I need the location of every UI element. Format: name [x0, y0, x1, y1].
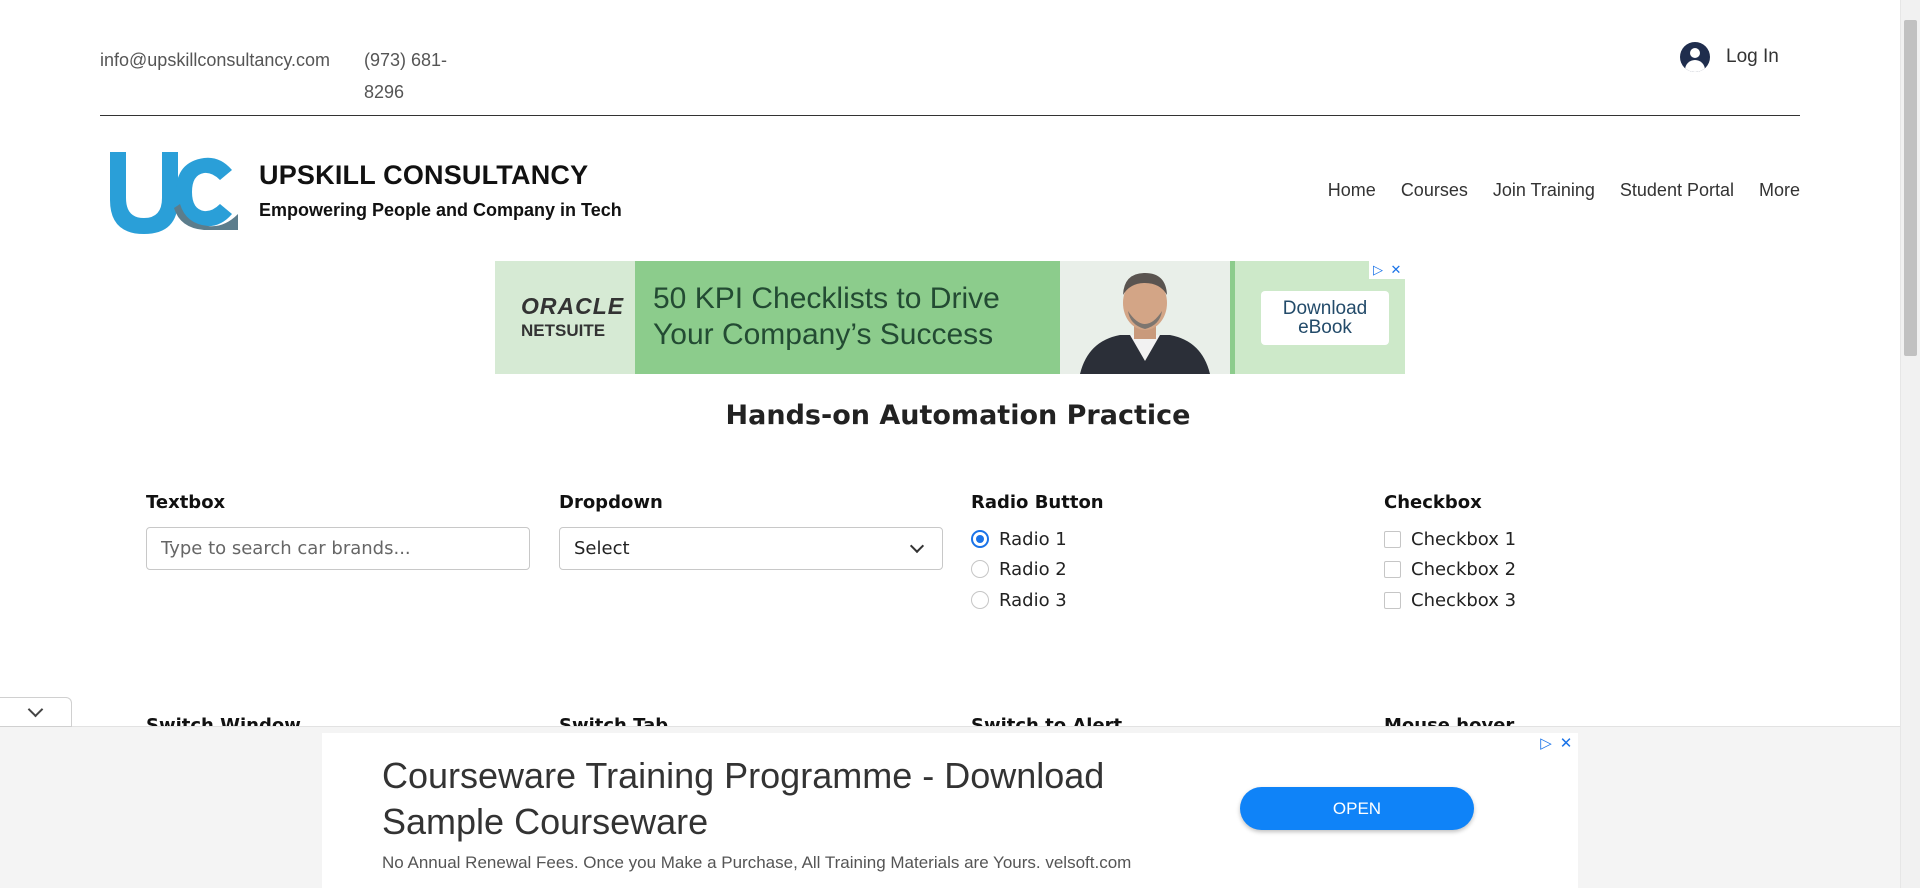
- scrollbar-thumb[interactable]: [1904, 20, 1917, 356]
- nav-item-student-portal[interactable]: Student Portal: [1620, 180, 1734, 201]
- close-icon[interactable]: ✕: [1558, 734, 1574, 752]
- sticky-ad-container: Courseware Training Programme - Download…: [0, 726, 1900, 888]
- checkbox-input[interactable]: [1384, 530, 1401, 548]
- page-scrollbar[interactable]: [1900, 0, 1920, 888]
- nav-item-more[interactable]: More: [1759, 180, 1800, 201]
- contact-email[interactable]: info@upskillconsultancy.com: [100, 44, 332, 76]
- close-icon[interactable]: ✕: [1387, 261, 1405, 279]
- radio-button-label: Radio Button: [971, 492, 1104, 513]
- ad-headline: 50 KPI Checklists to Drive Your Company’…: [653, 282, 1000, 351]
- contact-phone[interactable]: (973) 681-8296: [364, 44, 464, 108]
- ad-download-button[interactable]: Download eBook: [1261, 291, 1389, 345]
- page-title: Hands-on Automation Practice: [725, 400, 1191, 431]
- ad-banner[interactable]: ORACLE NETSUITE 50 KPI Checklists to Dri…: [495, 261, 1405, 374]
- ad-choices-icon[interactable]: ▷: [1538, 734, 1554, 752]
- textbox-label: Textbox: [146, 492, 226, 513]
- nav-item-home[interactable]: Home: [1328, 180, 1376, 201]
- radio-input[interactable]: [971, 591, 989, 609]
- radio-option-2[interactable]: Radio 2: [971, 558, 1067, 580]
- dropdown-selected-value: Select: [574, 538, 630, 559]
- radio-option-label: Radio 1: [999, 528, 1067, 550]
- user-avatar-icon: [1680, 42, 1710, 72]
- login-label: Log In: [1726, 46, 1779, 67]
- checkbox-input[interactable]: [1384, 560, 1401, 578]
- brand-tagline: Empowering People and Company in Tech: [259, 200, 622, 220]
- nav-item-join-training[interactable]: Join Training: [1493, 180, 1595, 201]
- nav-item-courses[interactable]: Courses: [1401, 180, 1468, 201]
- radio-option-label: Radio 2: [999, 558, 1067, 580]
- ad-controls: ▷ ✕: [1369, 261, 1405, 279]
- sticky-ad-controls: ▷ ✕: [1538, 734, 1574, 752]
- main-nav: Home Courses Join Training Student Porta…: [1328, 180, 1800, 201]
- ad-choices-icon[interactable]: ▷: [1369, 261, 1387, 279]
- checkbox-option-label: Checkbox 2: [1411, 558, 1517, 580]
- dropdown-select[interactable]: Select: [559, 527, 943, 570]
- header-divider: [100, 115, 1800, 116]
- car-brand-search-input[interactable]: [146, 527, 530, 570]
- sticky-ad-open-button[interactable]: OPEN: [1240, 787, 1474, 830]
- checkbox-label: Checkbox: [1384, 492, 1482, 513]
- radio-option-3[interactable]: Radio 3: [971, 589, 1067, 611]
- ad-brand-logo: ORACLE NETSUITE: [521, 293, 625, 340]
- collapse-ad-button[interactable]: [0, 697, 72, 727]
- login-button[interactable]: Log In: [1680, 42, 1779, 72]
- sticky-ad[interactable]: Courseware Training Programme - Download…: [322, 733, 1578, 888]
- checkbox-option-1[interactable]: Checkbox 1: [1384, 528, 1516, 550]
- chevron-down-icon: [27, 701, 44, 717]
- sticky-ad-description: No Annual Renewal Fees. Once you Make a …: [382, 853, 1132, 872]
- checkbox-input[interactable]: [1384, 591, 1401, 609]
- ad-brand-netsuite: NETSUITE: [521, 321, 606, 340]
- chevron-down-icon: [909, 538, 925, 553]
- checkbox-option-label: Checkbox 3: [1411, 589, 1517, 611]
- brand-name[interactable]: UPSKILL CONSULTANCY: [259, 160, 588, 191]
- checkbox-option-3[interactable]: Checkbox 3: [1384, 589, 1516, 611]
- sticky-ad-title[interactable]: Courseware Training Programme - Download…: [382, 753, 1202, 845]
- ad-brand-oracle: ORACLE: [521, 293, 625, 319]
- checkbox-option-label: Checkbox 1: [1411, 528, 1517, 550]
- radio-input[interactable]: [971, 530, 989, 548]
- radio-option-label: Radio 3: [999, 589, 1067, 611]
- ad-person-photo: [1060, 261, 1230, 374]
- radio-option-1[interactable]: Radio 1: [971, 528, 1067, 550]
- checkbox-option-2[interactable]: Checkbox 2: [1384, 558, 1516, 580]
- radio-input[interactable]: [971, 560, 989, 578]
- dropdown-label: Dropdown: [559, 492, 663, 513]
- upskill-logo-icon[interactable]: [104, 148, 238, 236]
